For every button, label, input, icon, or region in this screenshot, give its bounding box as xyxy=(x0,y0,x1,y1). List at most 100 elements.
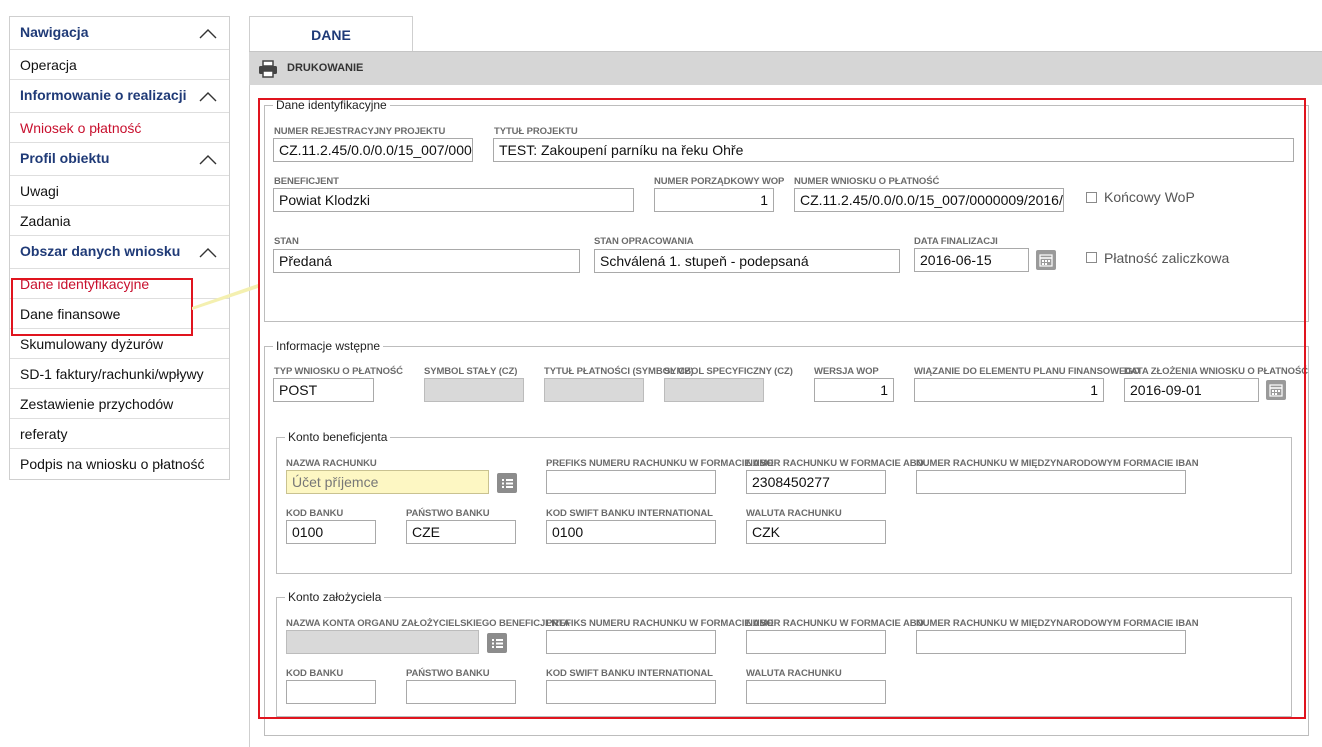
label-wiazanie: WIĄZANIE DO ELEMENTU PLANU FINANSOWEGO xyxy=(914,366,1140,377)
label-panstwo-banku: PAŃSTWO BANKU xyxy=(406,508,490,519)
platnosc-zaliczkowa-label: Płatność zaliczkowa xyxy=(1104,250,1230,266)
label-waluta: WALUTA RACHUNKU xyxy=(746,508,842,519)
sidebar-item-sd-1-faktury-rachunki-wplywy[interactable]: SD-1 faktury/rachunki/wpływy xyxy=(10,359,229,389)
label-swift: KOD SWIFT BANKU INTERNATIONAL xyxy=(546,508,713,519)
label-prefiks: PREFIKS NUMERU RACHUNKU W FORMACIE ABO xyxy=(546,458,774,469)
toolbar xyxy=(249,51,1322,85)
legend-dane-identyfikacyjne: Dane identyfikacyjne xyxy=(273,98,390,112)
label-kod-banku: KOD BANKU xyxy=(286,508,344,519)
label-numer-porzadkowy: NUMER PORZĄDKOWY WOP xyxy=(654,176,785,187)
nazwa-konta-organu-field[interactable] xyxy=(286,630,479,654)
sidebar-item-podpis-na-wniosku-o-platnosc[interactable]: Podpis na wniosku o płatność xyxy=(10,449,229,479)
tytul-projektu-field[interactable]: TEST: Zakoupení parníku na řeku Ohře xyxy=(493,138,1294,162)
data-zlozenia-field[interactable]: 2016-09-01 xyxy=(1124,378,1259,402)
sidebar-item-label: Dane finansowe xyxy=(20,306,121,322)
label-stan-opracowania: STAN OPRACOWANIA xyxy=(594,236,694,247)
waluta-field[interactable]: CZK xyxy=(746,520,886,544)
symbol-specyficzny-field[interactable] xyxy=(664,378,764,402)
numer-rachunku-field[interactable]: 2308450277 xyxy=(746,470,886,494)
label-numer-rachunku-z: NUMER RACHUNKU W FORMACIE ABO xyxy=(746,618,924,629)
tab-dane-identyfikacyjne[interactable]: DANE IDENTYFIKACYJNE xyxy=(249,16,413,79)
sidebar-item-wniosek-o-platnosc[interactable]: Wniosek o płatność xyxy=(10,113,229,143)
sidebar-item-label: Obszar danych wniosku xyxy=(20,243,181,259)
tytul-platnosci-field[interactable] xyxy=(544,378,644,402)
sidebar-item-label: Zadania xyxy=(20,213,71,229)
print-label[interactable]: DRUKOWANIE xyxy=(287,62,363,74)
sidebar-item-label: Informowanie o realizacji xyxy=(20,87,187,103)
waluta-z-field[interactable] xyxy=(746,680,886,704)
label-prefiks-z: PREFIKS NUMERU RACHUNKU W FORMACIE ABO xyxy=(546,618,774,629)
callout-arrow xyxy=(192,284,258,310)
kod-banku-field[interactable]: 0100 xyxy=(286,520,376,544)
sidebar-item-referaty[interactable]: referaty xyxy=(10,419,229,449)
sidebar-item-skumulowany-dyzurow[interactable]: Skumulowany dyżurów xyxy=(10,329,229,359)
prefiks-field[interactable] xyxy=(546,470,716,494)
calendar-icon[interactable] xyxy=(1266,380,1286,400)
label-symbol-staly: SYMBOL STAŁY (CZ) xyxy=(424,366,518,377)
chevron-up-icon[interactable] xyxy=(199,154,217,166)
prefiks-z-field[interactable] xyxy=(546,630,716,654)
koncowy-wop-checkbox[interactable] xyxy=(1086,192,1097,203)
numer-wniosku-field[interactable]: CZ.11.2.45/0.0/0.0/15_007/0000009/2016/0… xyxy=(794,188,1064,212)
label-kod-banku-z: KOD BANKU xyxy=(286,668,344,679)
sidebar-item-zestawienie-przychodow[interactable]: Zestawienie przychodów xyxy=(10,389,229,419)
label-symbol-specyficzny: SYMBOL SPECYFICZNY (CZ) xyxy=(664,366,793,377)
iban-field[interactable] xyxy=(916,470,1186,494)
sidebar-item-operacja[interactable]: Operacja xyxy=(10,50,229,80)
wiazanie-field[interactable]: 1 xyxy=(914,378,1104,402)
data-finalizacji-field[interactable]: 2016-06-15 xyxy=(914,248,1029,272)
nazwa-rachunku-field[interactable]: Účet příjemce xyxy=(286,470,489,494)
numer-rejestracyjny-field[interactable]: CZ.11.2.45/0.0/0.0/15_007/0000009 xyxy=(273,138,473,162)
label-data-zlozenia: DATA ZŁOŻENIA WNIOSKU O PŁATNOŚĆ xyxy=(1124,366,1308,377)
wersja-wop-field[interactable]: 1 xyxy=(814,378,894,402)
sidebar-section-profil-obiektu[interactable]: Profil obiektu xyxy=(10,143,229,176)
numer-rachunku-z-field[interactable] xyxy=(746,630,886,654)
label-nazwa-rachunku: NAZWA RACHUNKU xyxy=(286,458,377,469)
label-stan: STAN xyxy=(274,236,299,247)
numer-porzadkowy-field[interactable]: 1 xyxy=(654,188,774,212)
sidebar-item-label: Skumulowany dyżurów xyxy=(20,336,164,352)
label-numer-wniosku: NUMER WNIOSKU O PŁATNOŚĆ xyxy=(794,176,940,187)
list-icon[interactable] xyxy=(487,633,507,653)
sidebar-section-obszar-danych-wniosku[interactable]: Obszar danych wniosku xyxy=(10,236,229,269)
sidebar-item-label: Profil obiektu xyxy=(20,150,110,166)
chevron-up-icon[interactable] xyxy=(199,91,217,103)
typ-wniosku-field[interactable]: POST xyxy=(273,378,374,402)
sidebar-section-nawigacja[interactable]: Nawigacja xyxy=(10,17,229,50)
chevron-up-icon[interactable] xyxy=(199,28,217,40)
label-tytul-projektu: TYTUŁ PROJEKTU xyxy=(494,126,578,137)
kod-banku-z-field[interactable] xyxy=(286,680,376,704)
sidebar-item-label: Operacja xyxy=(20,57,77,73)
legend-informacje-wstepne: Informacje wstępne xyxy=(273,339,384,353)
sidebar-section-informowanie-o-realizacji[interactable]: Informowanie o realizacji xyxy=(10,80,229,113)
label-typ-wniosku: TYP WNIOSKU O PŁATNOŚĆ xyxy=(274,366,403,377)
platnosc-zaliczkowa-checkbox[interactable] xyxy=(1086,252,1097,263)
iban-z-field[interactable] xyxy=(916,630,1186,654)
label-numer-rejestracyjny: NUMER REJESTRACYJNY PROJEKTU xyxy=(274,126,446,137)
sidebar-item-label: Zestawienie przychodów xyxy=(20,396,174,412)
swift-z-field[interactable] xyxy=(546,680,716,704)
calendar-icon[interactable] xyxy=(1036,250,1056,270)
panstwo-banku-field[interactable]: CZE xyxy=(406,520,516,544)
label-beneficjent: BENEFICJENT xyxy=(274,176,339,187)
legend-konto-beneficjenta: Konto beneficjenta xyxy=(285,430,391,444)
sidebar-item-zadania[interactable]: Zadania xyxy=(10,206,229,236)
stan-field[interactable]: Předaná xyxy=(273,249,580,273)
symbol-staly-field[interactable] xyxy=(424,378,524,402)
chevron-up-icon[interactable] xyxy=(199,247,217,259)
sidebar-item-label: referaty xyxy=(20,426,68,442)
sidebar-item-uwagi[interactable]: Uwagi xyxy=(10,176,229,206)
label-numer-rachunku: NUMER RACHUNKU W FORMACIE ABO xyxy=(746,458,924,469)
beneficjent-field[interactable]: Powiat Klodzki xyxy=(273,188,634,212)
printer-icon[interactable] xyxy=(258,60,278,78)
label-wersja-wop: WERSJA WOP xyxy=(814,366,879,377)
stan-opracowania-field[interactable]: Schválená 1. stupeň - podepsaná xyxy=(594,249,900,273)
label-iban-z: NUMER RACHUNKU W MIĘDZYNARODOWYM FORMACI… xyxy=(916,618,1199,629)
label-panstwo-banku-z: PAŃSTWO BANKU xyxy=(406,668,490,679)
swift-field[interactable]: 0100 xyxy=(546,520,716,544)
legend-konto-zalozyciela: Konto założyciela xyxy=(285,590,385,604)
panstwo-banku-z-field[interactable] xyxy=(406,680,516,704)
koncowy-wop-label: Końcowy WoP xyxy=(1104,189,1195,205)
list-icon[interactable] xyxy=(497,473,517,493)
label-swift-z: KOD SWIFT BANKU INTERNATIONAL xyxy=(546,668,713,679)
